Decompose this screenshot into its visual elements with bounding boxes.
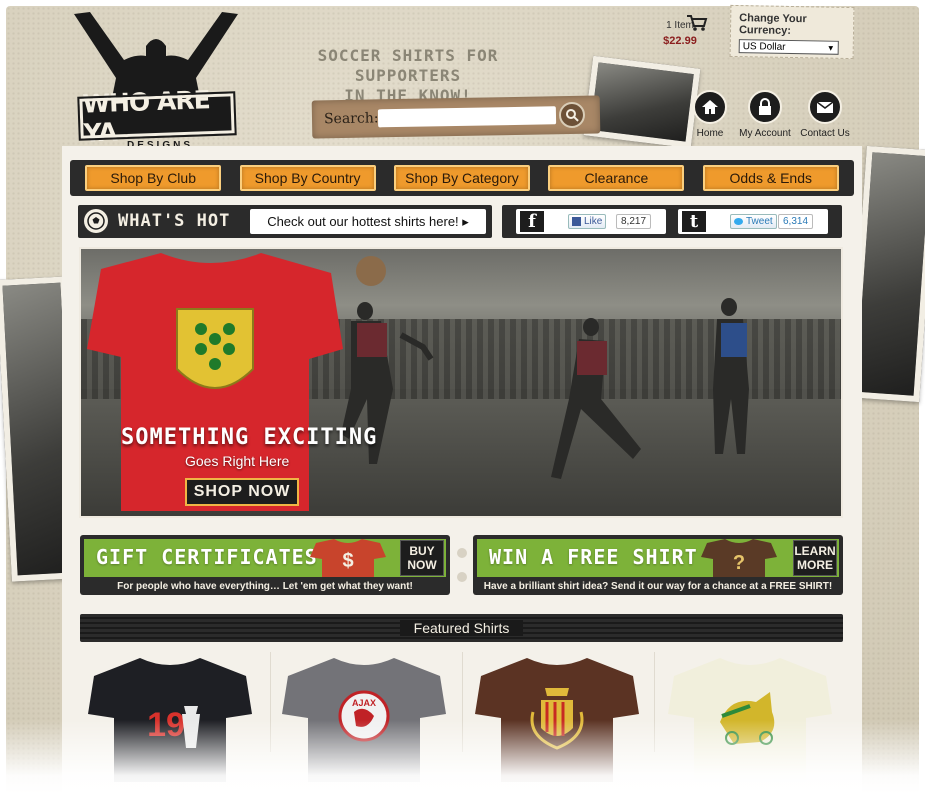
svg-text:$: $ xyxy=(342,550,353,572)
learn-more-line-2: MORE xyxy=(797,558,833,572)
learn-more-line-1: LEARN xyxy=(794,544,836,558)
win-free-shirt-promo[interactable]: WIN A FREE SHIRT ? LEARN MORE Have a bril… xyxy=(473,535,843,595)
my-account-link[interactable]: My Account xyxy=(735,90,795,139)
home-icon xyxy=(702,100,718,114)
twitter-box: t Tweet 6,314 xyxy=(678,209,828,234)
twitter-bird-icon xyxy=(734,218,743,225)
currency-selected-value: US Dollar xyxy=(742,40,786,53)
facebook-like-button[interactable]: Like xyxy=(568,214,607,229)
cart-total: $22.99 xyxy=(663,35,697,47)
hero-headline: SOMETHING EXCITING xyxy=(121,425,378,450)
gift-certificates-promo[interactable]: GIFT CERTIFICATES $ BUY NOW For people wh… xyxy=(80,535,450,595)
cart-icon xyxy=(687,15,708,31)
win-free-shirt-title: WIN A FREE SHIRT xyxy=(489,545,698,569)
search-label: Search: xyxy=(323,110,379,128)
facebook-like-icon xyxy=(572,217,581,226)
social-bar: f Like 8,217 t Tweet 6,314 xyxy=(502,205,842,238)
nav-item-clearance[interactable]: Clearance xyxy=(548,165,685,191)
currency-label: Change Your Currency: xyxy=(738,12,807,37)
contact-us-link[interactable]: Contact Us xyxy=(795,90,855,139)
twitter-icon: t xyxy=(682,211,706,232)
buy-now-line-2: NOW xyxy=(407,558,437,572)
svg-text:?: ? xyxy=(733,552,745,574)
facebook-icon: f xyxy=(520,211,544,232)
nav-item-shop-by-club[interactable]: Shop By Club xyxy=(85,165,222,191)
hero-subheading: Goes Right Here xyxy=(185,453,290,469)
learn-more-button[interactable]: LEARN MORE xyxy=(793,540,837,576)
page: WHO ARE YA DESIGNS SOCCER SHIRTS FOR SUP… xyxy=(0,0,925,794)
nav-item-shop-by-category[interactable]: Shop By Category xyxy=(393,165,530,191)
bottom-fade xyxy=(0,720,925,794)
currency-switcher: Change Your Currency: US Dollar ▼ xyxy=(729,4,855,60)
currency-select[interactable]: US Dollar ▼ xyxy=(738,39,839,55)
tweet-button[interactable]: Tweet xyxy=(730,214,777,229)
gift-certificates-desc: For people who have everything… Let 'em … xyxy=(117,581,413,592)
cart-summary[interactable]: 1 Item $22.99 xyxy=(650,15,710,47)
envelope-icon xyxy=(816,100,834,113)
whats-hot-title: WHAT'S HOT xyxy=(118,211,231,231)
facebook-like-count: 8,217 xyxy=(616,214,652,229)
lock-icon xyxy=(759,98,771,115)
hero-shop-now-button[interactable]: SHOP NOW xyxy=(185,478,299,506)
hero-banner[interactable]: SOMETHING EXCITING Goes Right Here SHOP … xyxy=(79,247,843,518)
whats-hot-bar: WHAT'S HOT Check out our hottest shirts … xyxy=(78,205,492,238)
soccer-ball-icon xyxy=(84,209,108,233)
site-logo[interactable]: WHO ARE YA DESIGNS xyxy=(66,8,246,156)
buy-now-button[interactable]: BUY NOW xyxy=(400,540,444,576)
whats-hot-link[interactable]: Check out our hottest shirts here! ▸ xyxy=(250,209,486,234)
tweet-label: Tweet xyxy=(746,216,773,227)
contact-us-link-label: Contact Us xyxy=(800,128,850,139)
home-link-label: Home xyxy=(696,128,724,139)
search-input[interactable] xyxy=(377,106,557,128)
home-link[interactable]: Home xyxy=(680,90,740,139)
nav-item-shop-by-country[interactable]: Shop By Country xyxy=(239,165,376,191)
logo-wordmark: WHO ARE YA xyxy=(77,85,237,148)
facebook-box: f Like 8,217 xyxy=(516,209,666,234)
search-bar: Search: xyxy=(311,95,601,139)
tagline-line-1: SOCCER SHIRTS FOR SUPPORTERS xyxy=(317,46,499,85)
featured-shirts-header: Featured Shirts xyxy=(80,614,843,642)
my-account-link-label: My Account xyxy=(739,128,791,139)
chevron-down-icon: ▼ xyxy=(826,43,835,53)
nav-item-odds-and-ends[interactable]: Odds & Ends xyxy=(702,165,839,191)
search-icon xyxy=(565,108,579,122)
buy-now-line-1: BUY xyxy=(409,544,435,558)
main-nav: Shop By Club Shop By Country Shop By Cat… xyxy=(70,160,854,196)
shirt-print-text: AJAX xyxy=(352,698,376,708)
facebook-like-label: Like xyxy=(584,216,603,227)
search-button[interactable] xyxy=(558,101,586,129)
gift-certificates-title: GIFT CERTIFICATES xyxy=(96,545,318,569)
tweet-count: 6,314 xyxy=(778,214,814,229)
promo-divider-dots xyxy=(457,548,467,584)
featured-shirts-title: Featured Shirts xyxy=(399,620,524,636)
gift-shirt-icon: $ xyxy=(310,539,386,577)
mystery-shirt-icon: ? xyxy=(701,539,777,577)
win-free-shirt-desc: Have a brilliant shirt idea? Send it our… xyxy=(483,581,833,592)
